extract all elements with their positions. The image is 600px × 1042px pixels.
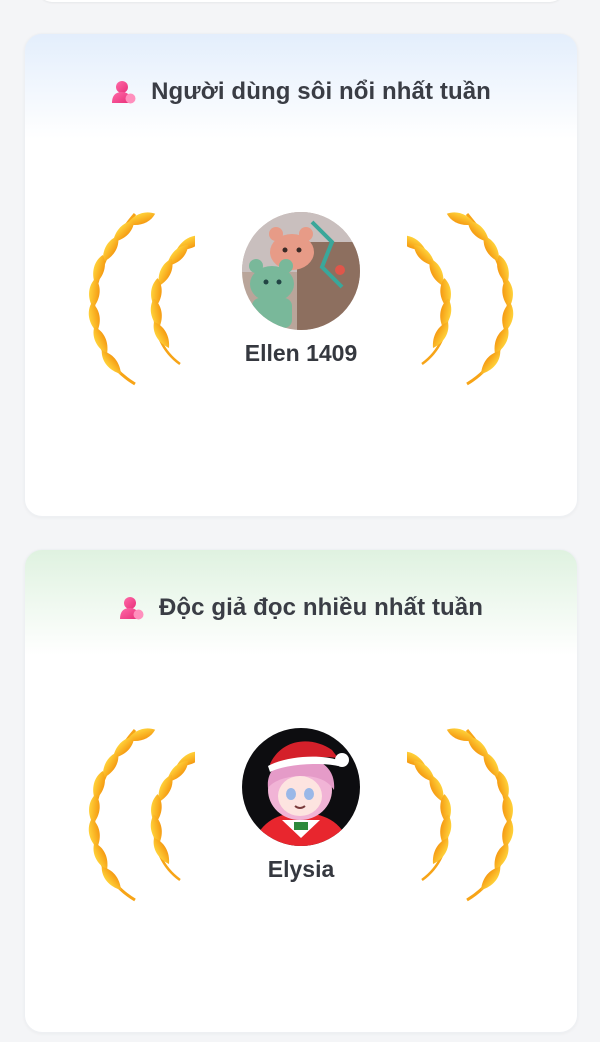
card-title: Độc giả đọc nhiều nhất tuần xyxy=(158,594,484,621)
username[interactable]: Elysia xyxy=(25,856,577,883)
bear-avatar-image xyxy=(242,212,360,330)
previous-card-bottom xyxy=(38,0,564,2)
username[interactable]: Ellen 1409 xyxy=(25,340,577,367)
card-title: Người dùng sôi nổi nhất tuần xyxy=(151,78,491,105)
user-icon xyxy=(119,597,144,620)
top-readers-card: Độc giả đọc nhiều nhất tuần Elysia xyxy=(24,549,578,1033)
user-avatar[interactable] xyxy=(242,728,360,846)
user-icon xyxy=(112,81,136,104)
anime-santa-avatar-image xyxy=(242,728,360,846)
most-active-users-card: Người dùng sôi nổi nhất tuần Ellen 1409 xyxy=(24,33,578,517)
user-avatar[interactable] xyxy=(242,212,360,330)
card-header: Độc giả đọc nhiều nhất tuần xyxy=(25,594,577,622)
card-header: Người dùng sôi nổi nhất tuần xyxy=(25,78,577,106)
